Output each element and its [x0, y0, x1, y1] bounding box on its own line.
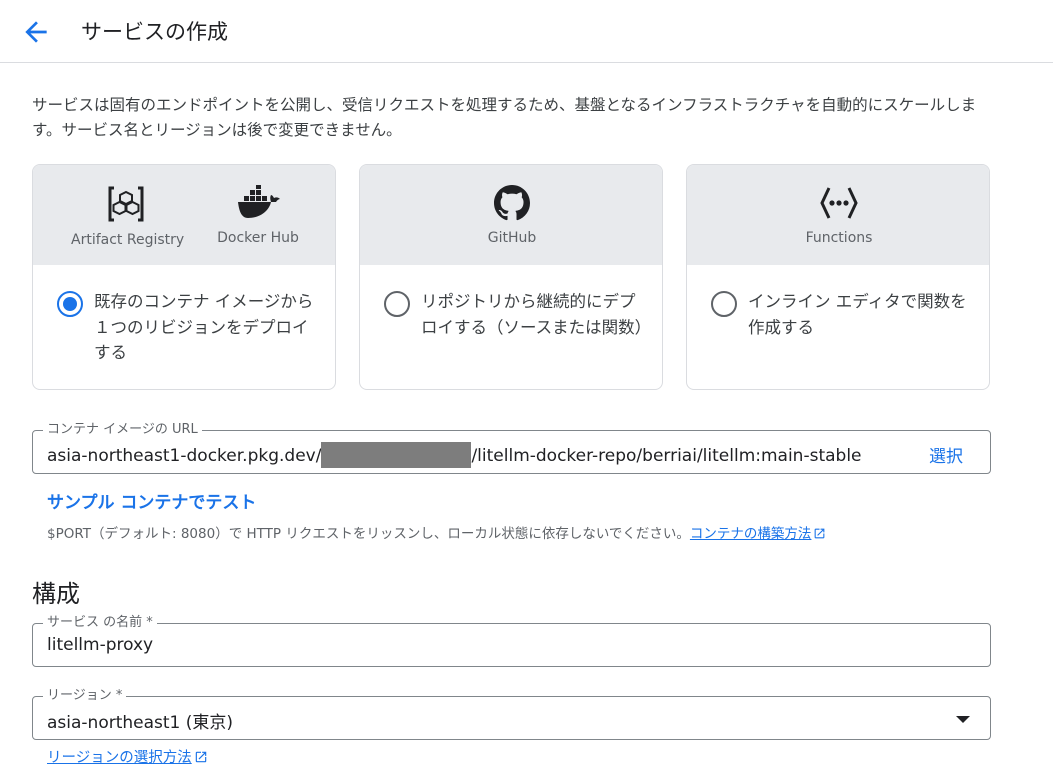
- deploy-option-inline-editor[interactable]: Functions インライン エディタで関数を作成する: [686, 164, 990, 390]
- external-link-icon: [195, 751, 206, 763]
- option-label: 既存のコンテナ イメージから１つのリビジョンをデプロイする: [94, 292, 314, 362]
- container-build-help-link[interactable]: コンテナの構築方法: [690, 526, 827, 542]
- region-value[interactable]: asia-northeast1 (東京): [47, 708, 233, 733]
- field-label: コンテナ イメージの URL: [43, 422, 202, 438]
- url-suffix: /litellm-docker-repo/berriai/litellm:mai…: [471, 446, 862, 466]
- service-name-input[interactable]: litellm-proxy: [47, 635, 153, 655]
- functions-icon: [820, 187, 858, 219]
- docker-hub-label: Docker Hub: [217, 230, 299, 246]
- github-label: GitHub: [487, 230, 537, 246]
- artifact-registry-icon: [108, 186, 144, 222]
- region-help-link[interactable]: リージョンの選択方法: [47, 746, 208, 767]
- deploy-option-container-image[interactable]: Artifact Registry Docker Hub 既存のコンテナ イメー…: [32, 164, 336, 390]
- functions-logo: Functions: [789, 185, 889, 246]
- deploy-option-repository[interactable]: GitHub リポジトリから継続的にデプロイする（ソースまたは関数）: [359, 164, 663, 390]
- port-hint: $PORT（デフォルト: 8080）で HTTP リクエストをリッスンし、ローカ…: [47, 522, 826, 542]
- field-label: サービス の名前 *: [43, 615, 157, 631]
- hint-text: $PORT（デフォルト: 8080）で HTTP リクエストをリッスンし、ローカ…: [47, 526, 690, 542]
- option-label: インライン エディタで関数を作成する: [748, 292, 967, 337]
- page-header: サービスの作成: [0, 0, 1053, 63]
- url-prefix: asia-northeast1-docker.pkg.dev/: [47, 446, 322, 466]
- card-logo-area: Artifact Registry Docker Hub: [33, 165, 335, 265]
- region-select[interactable]: リージョン * asia-northeast1 (東京): [32, 688, 991, 740]
- radio-selected-icon[interactable]: [57, 291, 83, 317]
- select-image-button[interactable]: 選択: [929, 442, 963, 467]
- section-title-config: 構成: [32, 580, 80, 608]
- functions-label: Functions: [805, 230, 873, 246]
- region-help-text: リージョンの選択方法: [47, 750, 192, 766]
- artifact-registry-label: Artifact Registry: [71, 232, 185, 248]
- page-title: サービスの作成: [81, 20, 228, 44]
- docker-hub-logo: Docker Hub: [213, 185, 303, 246]
- container-image-url-value[interactable]: asia-northeast1-docker.pkg.dev/ /litellm-…: [47, 442, 862, 468]
- external-link-icon: [815, 528, 825, 539]
- container-image-url-field[interactable]: コンテナ イメージの URL asia-northeast1-docker.pk…: [32, 422, 991, 474]
- card-logo-area: Functions: [687, 165, 989, 265]
- option-label: リポジトリから継続的にデプロイする（ソースまたは関数）: [421, 292, 652, 337]
- radio-unselected-icon[interactable]: [384, 291, 410, 317]
- page-description: サービスは固有のエンドポイントを公開し、受信リクエストを処理するため、基盤となる…: [32, 96, 977, 139]
- hint-link-text: コンテナの構築方法: [689, 526, 812, 542]
- artifact-registry-logo: Artifact Registry: [71, 185, 185, 248]
- test-sample-container-link[interactable]: サンプル コンテナでテスト: [47, 488, 256, 513]
- service-name-field[interactable]: サービス の名前 * litellm-proxy: [32, 615, 991, 667]
- field-label: リージョン *: [43, 688, 127, 704]
- radio-unselected-icon[interactable]: [711, 291, 737, 317]
- card-logo-area: GitHub: [360, 165, 662, 265]
- back-arrow-icon[interactable]: [20, 16, 52, 48]
- github-logo: GitHub: [462, 185, 562, 246]
- dropdown-arrow-icon[interactable]: [956, 716, 970, 723]
- docker-whale-icon: [238, 185, 280, 218]
- github-icon: [494, 185, 530, 221]
- redacted-project-id: [321, 442, 472, 468]
